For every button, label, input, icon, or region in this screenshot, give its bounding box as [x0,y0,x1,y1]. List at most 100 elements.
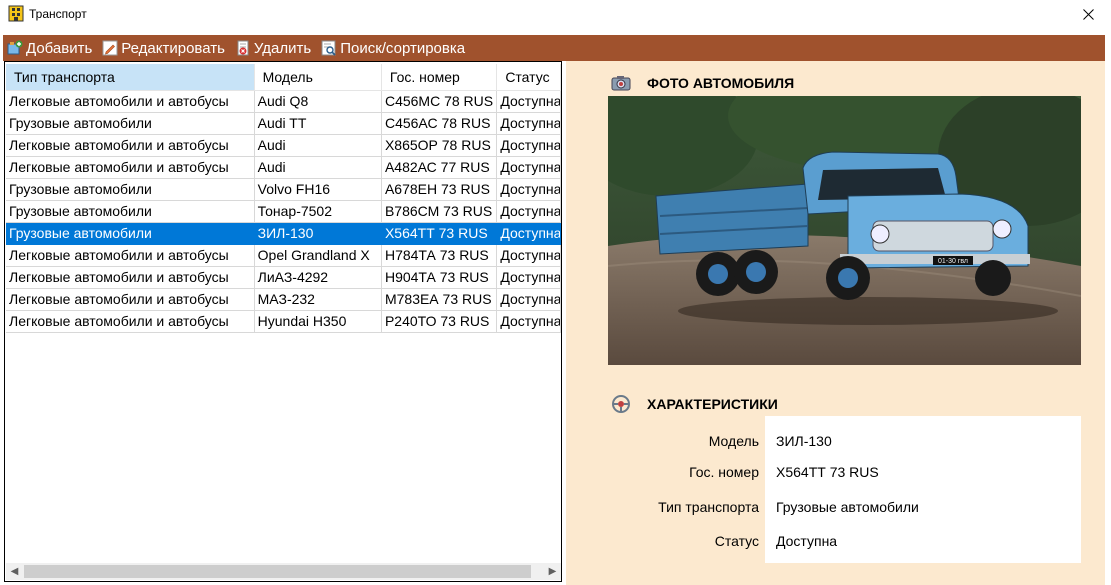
cell-model[interactable]: Hyundai H350 [254,311,382,333]
horizontal-scrollbar[interactable]: ◀ ▶ [6,563,561,580]
model-label: Модель [708,433,759,449]
building-icon [8,5,24,22]
table-row[interactable]: Легковые автомобили и автобусы Hyundai H3… [6,311,561,333]
cell-type[interactable]: Грузовые автомобили [6,223,255,245]
cell-plate[interactable]: Х564ТТ 73 RUS [381,223,498,245]
vehicle-photo: 01-30 гвл [608,96,1081,365]
cell-status[interactable]: Доступна [497,245,561,267]
column-header-plate[interactable]: Гос. номер [381,64,498,91]
search-sort-button[interactable]: Поиск/сортировка [321,35,465,61]
cell-type[interactable]: Грузовые автомобили [6,179,255,201]
cell-status[interactable]: Доступна [497,135,561,157]
cell-type[interactable]: Грузовые автомобили [6,201,255,223]
scroll-left-icon[interactable]: ◀ [6,563,23,580]
table-row[interactable]: Грузовые автомобили ЗИЛ-130 Х564ТТ 73 RUS Д… [6,223,561,245]
pencil-icon [102,40,118,56]
cell-status[interactable]: Доступна [497,267,561,289]
cell-model[interactable]: Audi [254,157,382,179]
cell-model[interactable]: Volvo FH16 [254,179,382,201]
cell-status[interactable]: Доступна [497,91,561,113]
plate-value: Х564ТТ 73 RUS [776,464,879,480]
plate-label: Гос. номер [689,464,759,480]
search-sort-icon [321,40,337,56]
close-button[interactable] [1065,0,1111,30]
table-row[interactable]: Легковые автомобили и автобусы Opel Grand… [6,245,561,267]
characteristics-section-header: ХАРАКТЕРИСТИКИ [611,394,778,414]
scroll-right-icon[interactable]: ▶ [544,563,561,580]
type-label: Тип транспорта [658,499,759,515]
window-title: Транспорт [29,7,87,21]
add-button[interactable]: Добавить [7,35,92,61]
cell-plate[interactable]: Н784ТА 73 RUS [381,245,498,267]
edit-label: Редактировать [121,39,225,57]
cell-status[interactable]: Доступна [497,289,561,311]
cell-type[interactable]: Легковые автомобили и автобусы [6,91,255,113]
table-row[interactable]: Легковые автомобили и автобусы Audi А482АС… [6,157,561,179]
cell-model[interactable]: Audi TT [254,113,382,135]
cell-plate[interactable]: С456МС 78 RUS [381,91,498,113]
table-row[interactable]: Легковые автомобили и автобусы Audi Х865ОР… [6,135,561,157]
scrollbar-thumb[interactable] [24,565,531,578]
cell-plate[interactable]: А678ЕН 73 RUS [381,179,498,201]
transport-table[interactable]: Тип транспорта Модель Гос. номер Статус … [4,61,562,582]
cell-status[interactable]: Доступна [497,223,561,245]
details-panel: ФОТО АВТОМОБИЛЯ 01-30 гвл ХАРАКТЕРИСТИКИ… [566,61,1105,585]
model-value: ЗИЛ-130 [776,433,832,449]
cell-plate[interactable]: Х865ОР 78 RUS [381,135,498,157]
steering-icon [611,394,631,414]
cell-status[interactable]: Доступна [497,311,561,333]
cell-status[interactable]: Доступна [497,179,561,201]
characteristics-labels: Модель Гос. номер Тип транспорта Статус [608,416,765,563]
characteristics-box: Модель Гос. номер Тип транспорта Статус … [608,416,1081,563]
cell-type[interactable]: Легковые автомобили и автобусы [6,245,255,267]
photo-section-header: ФОТО АВТОМОБИЛЯ [611,73,794,93]
cell-status[interactable]: Доступна [497,113,561,135]
cell-type[interactable]: Грузовые автомобили [6,113,255,135]
add-label: Добавить [26,39,93,57]
cell-model[interactable]: Audi [254,135,382,157]
delete-label: Удалить [253,39,312,57]
cell-type[interactable]: Легковые автомобили и автобусы [6,289,255,311]
title-bar: Транспорт [0,0,1111,30]
table-row[interactable]: Грузовые автомобили Volvo FH16 А678ЕН 73 R… [6,179,561,201]
cell-plate[interactable]: С456АС 78 RUS [381,113,498,135]
toolbar: Добавить Редактировать Удалить Поиск/сор… [3,35,1105,61]
table-row[interactable]: Легковые автомобили и автобусы МАЗ-232 М78… [6,289,561,311]
status-value: Доступна [776,533,838,549]
cell-model[interactable]: ЗИЛ-130 [254,223,382,245]
cell-plate[interactable]: А482АС 77 RUS [381,157,498,179]
cell-status[interactable]: Доступна [497,157,561,179]
license-plate-text: 01-30 гвл [938,258,968,265]
cell-plate[interactable]: Н904ТА 73 RUS [381,267,498,289]
cell-model[interactable]: МАЗ-232 [254,289,382,311]
column-header-type[interactable]: Тип транспорта [6,64,255,91]
add-icon [7,40,23,56]
table-row[interactable]: Легковые автомобили и автобусы ЛиАЗ-4292 Н… [6,267,561,289]
cell-plate[interactable]: В786СМ 73 RUS [381,201,498,223]
cell-model[interactable]: Opel Grandland X [254,245,382,267]
camera-icon [611,73,631,93]
delete-icon [235,40,251,56]
cell-type[interactable]: Легковые автомобили и автобусы [6,135,255,157]
cell-plate[interactable]: Р240ТО 73 RUS [381,311,498,333]
table-row[interactable]: Легковые автомобили и автобусы Audi Q8 С45… [6,91,561,113]
column-header-model[interactable]: Модель [254,64,382,91]
photo-section-title: ФОТО АВТОМОБИЛЯ [647,75,795,91]
cell-model[interactable]: ЛиАЗ-4292 [254,267,382,289]
status-label: Статус [714,533,759,549]
delete-button[interactable]: Удалить [235,35,311,61]
cell-type[interactable]: Легковые автомобили и автобусы [6,267,255,289]
edit-button[interactable]: Редактировать [102,35,225,61]
cell-type[interactable]: Легковые автомобили и автобусы [6,311,255,333]
table-row[interactable]: Грузовые автомобили Тонар-7502 В786СМ 73 R… [6,201,561,223]
type-value: Грузовые автомобили [776,499,919,515]
cell-plate[interactable]: М783ЕА 73 RUS [381,289,498,311]
table-row[interactable]: Грузовые автомобили Audi TT С456АС 78 RUS Д… [6,113,561,135]
cell-type[interactable]: Легковые автомобили и автобусы [6,157,255,179]
column-header-status[interactable]: Статус [497,64,561,91]
cell-model[interactable]: Audi Q8 [254,91,382,113]
cell-status[interactable]: Доступна [497,201,561,223]
table-header: Тип транспорта Модель Гос. номер Статус [6,64,561,91]
close-icon [1082,7,1094,23]
cell-model[interactable]: Тонар-7502 [254,201,382,223]
